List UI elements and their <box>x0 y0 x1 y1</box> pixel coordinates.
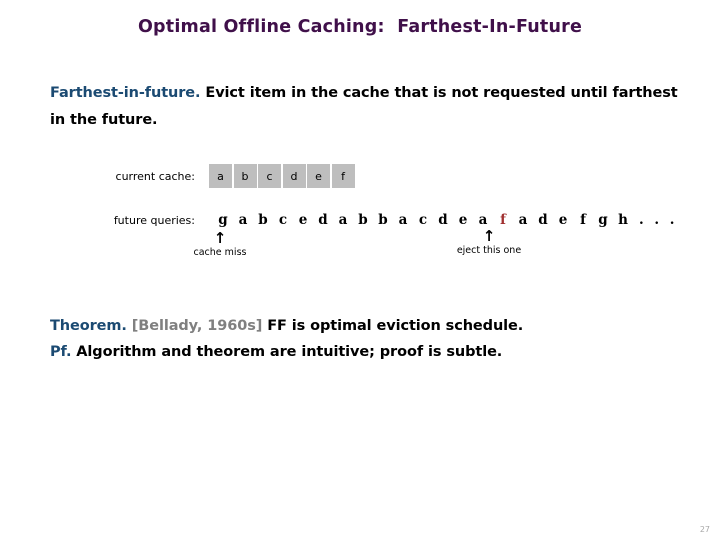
lead-paragraph: Farthest-in-future. Evict item in the ca… <box>50 80 690 134</box>
theorem-block: Theorem. [Bellady, 1960s] FF is optimal … <box>50 313 690 365</box>
eject-caption: eject this one <box>456 245 522 256</box>
up-arrow-icon: ↑ <box>482 227 496 245</box>
proof-label: Pf. <box>50 344 72 360</box>
theorem-line: Theorem. [Bellady, 1960s] FF is optimal … <box>50 313 690 339</box>
query-letter: c <box>278 212 288 228</box>
cache-cell: b <box>233 164 257 188</box>
query-letter-highlighted: f <box>500 212 506 228</box>
query-letter: d <box>538 212 548 228</box>
proof-line: Pf. Algorithm and theorem are intuitive;… <box>50 339 690 365</box>
query-letter: a <box>238 212 248 228</box>
query-letter: h <box>618 212 628 228</box>
slide-canvas: Optimal Offline Caching: Farthest-In-Fut… <box>0 0 720 540</box>
current-cache-label: current cache: <box>115 170 195 183</box>
query-letter: b <box>358 212 368 228</box>
query-letter: e <box>458 212 468 228</box>
query-ellipsis: . . . <box>639 212 678 228</box>
query-letter: a <box>518 212 528 228</box>
cache-cell: e <box>307 164 330 188</box>
cache-cell: f <box>331 164 355 188</box>
query-letter: b <box>378 212 388 228</box>
query-letter: f <box>580 212 586 228</box>
query-letter: g <box>218 212 228 228</box>
future-queries-sequence: gabcedabbacdeafadefgh. . . <box>213 212 678 228</box>
query-letter: d <box>318 212 328 228</box>
theorem-citation: [Bellady, 1960s] <box>126 318 263 334</box>
cache-cell: d <box>282 164 306 188</box>
theorem-label: Theorem. <box>50 318 127 334</box>
lead-term: Farthest-in-future. <box>50 85 201 101</box>
theorem-statement: FF is optimal eviction schedule. <box>262 318 524 334</box>
query-letter: c <box>418 212 428 228</box>
query-letter: e <box>558 212 568 228</box>
query-letter: g <box>598 212 608 228</box>
future-queries-label: future queries: <box>113 214 195 227</box>
up-arrow-icon: ↑ <box>213 229 227 247</box>
cache-miss-caption: cache miss <box>193 247 247 258</box>
proof-text: Algorithm and theorem are intuitive; pro… <box>71 344 503 360</box>
page-title: Optimal Offline Caching: Farthest-In-Fut… <box>137 17 583 37</box>
caching-diagram: current cache: abcdef future queries: ga… <box>0 150 720 280</box>
current-cache-cells: abcdef <box>209 164 355 188</box>
cache-cell: c <box>258 164 281 188</box>
cache-miss-annotation: ↑ cache miss <box>167 229 273 259</box>
query-letter: e <box>298 212 308 228</box>
query-letter: b <box>258 212 268 228</box>
eject-annotation: ↑ eject this one <box>436 227 542 257</box>
page-number: 27 <box>699 525 710 534</box>
query-letter: d <box>438 212 448 228</box>
query-letter: a <box>338 212 348 228</box>
query-letter: a <box>398 212 408 228</box>
cache-cell: a <box>209 164 232 188</box>
query-letter: a <box>478 212 488 228</box>
